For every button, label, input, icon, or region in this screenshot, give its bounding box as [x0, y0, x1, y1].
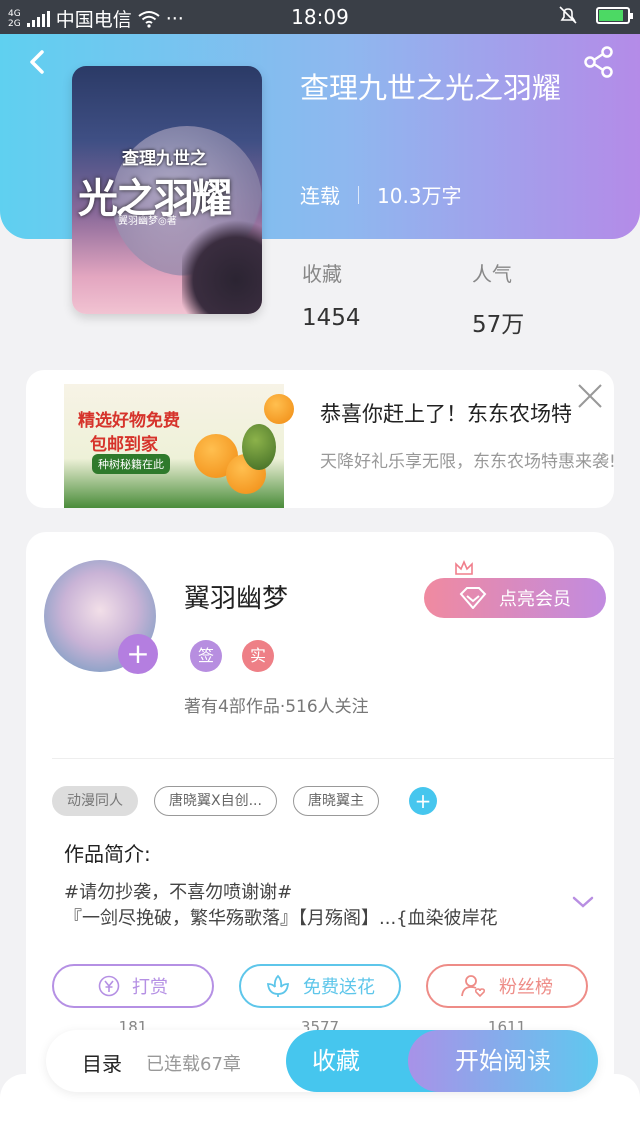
- favorites-stat: 收藏 1454: [302, 258, 361, 331]
- ad-image-line3: 种树秘籍在此: [92, 454, 170, 474]
- book-status: 连载: [300, 184, 340, 208]
- status-bar: 4G 2G 中国电信 ··· 18:09: [0, 0, 640, 34]
- book-meta: 连载 10.3万字: [300, 180, 462, 209]
- ad-title: 恭喜你赶上了！东东农场特: [320, 402, 572, 426]
- author-works-info: 著有4部作品·516人关注: [184, 697, 369, 717]
- fan-rank-label: 粉丝榜: [499, 977, 553, 998]
- send-flower-label: 免费送花: [303, 977, 375, 998]
- ad-image-line1: 精选好物免费: [78, 411, 180, 431]
- start-reading-button[interactable]: 开始阅读: [408, 1030, 598, 1092]
- cover-author: 翼羽幽梦◎著: [118, 216, 177, 227]
- fan-rank-button[interactable]: 粉丝榜: [426, 964, 588, 1008]
- book-title: 查理九世之光之羽耀: [300, 71, 562, 105]
- divider: [52, 758, 614, 759]
- verified-badge: 实: [242, 640, 274, 672]
- ad-image-line2: 包邮到家: [90, 435, 158, 455]
- back-arrow-icon[interactable]: [22, 44, 52, 80]
- clock: 18:09: [291, 5, 349, 29]
- close-icon[interactable]: [576, 382, 604, 410]
- ad-description: 天降好礼乐享无限，东东农场特惠来袭!: [320, 452, 614, 472]
- intro-line: 『一剑尽挽破，繁华殇歌落』【月殇阁】...{血染彼岸花: [64, 908, 498, 929]
- orange-image: [264, 394, 294, 424]
- mute-bell-icon: [559, 6, 577, 24]
- author-name[interactable]: 翼羽幽梦: [184, 578, 288, 615]
- battery-icon: [596, 6, 633, 24]
- popularity-value: 57万: [472, 312, 525, 338]
- crown-icon: [455, 560, 473, 575]
- signed-badge: 签: [190, 640, 222, 672]
- intro-text[interactable]: #请勿抄袭，不喜勿喷谢谢# 『一剑尽挽破，繁华殇歌落』【月殇阁】...{血染彼岸…: [64, 880, 554, 932]
- vip-button-label: 点亮会员: [499, 589, 571, 610]
- chapter-count: 已连载67章: [146, 1054, 241, 1075]
- favorites-value: 1454: [302, 305, 361, 331]
- meta-divider: [358, 185, 359, 204]
- intro-line: #请勿抄袭，不喜勿喷谢谢#: [64, 882, 293, 903]
- avocado-image: [242, 424, 276, 470]
- add-tag-button[interactable]: +: [408, 787, 437, 815]
- tip-label: 打赏: [132, 977, 168, 998]
- ad-image[interactable]: 精选好物免费 包邮到家 种树秘籍在此: [64, 384, 294, 508]
- tip-button[interactable]: 打赏: [52, 964, 214, 1008]
- flower-icon: [267, 974, 289, 997]
- author-card: + 翼羽幽梦 签 实 著有4部作品·516人关注 点亮会员 动漫同人 唐晓翼X自…: [26, 532, 614, 1092]
- book-cover[interactable]: 查理九世之 光之羽耀 翼羽幽梦◎著: [72, 66, 262, 314]
- popularity-stat: 人气 57万: [472, 258, 524, 339]
- user-heart-icon: [461, 975, 486, 998]
- tag-item[interactable]: 唐晓翼X自创...: [154, 786, 277, 816]
- tag-item[interactable]: 动漫同人: [52, 786, 138, 816]
- bottom-bar: 目录 已连载67章 收藏 开始阅读: [46, 1030, 598, 1092]
- popularity-label: 人气: [472, 262, 512, 286]
- chevron-down-icon[interactable]: [571, 894, 595, 910]
- follow-plus-icon[interactable]: +: [118, 634, 158, 674]
- favorites-label: 收藏: [302, 262, 342, 286]
- tag-item[interactable]: 唐晓翼主: [292, 786, 379, 816]
- toc-button[interactable]: 目录: [82, 1048, 122, 1077]
- vip-button[interactable]: 点亮会员: [424, 578, 606, 618]
- diamond-icon: [459, 587, 487, 609]
- ad-banner[interactable]: 精选好物免费 包邮到家 种树秘籍在此 恭喜你赶上了！东东农场特 天降好礼乐享无限…: [26, 370, 614, 508]
- yuan-icon: [98, 975, 120, 997]
- intro-label: 作品简介:: [64, 842, 151, 866]
- word-count: 10.3万字: [377, 184, 462, 208]
- send-flower-button[interactable]: 免费送花: [239, 964, 401, 1008]
- tag-list: 动漫同人 唐晓翼X自创... 唐晓翼主 +: [52, 786, 437, 816]
